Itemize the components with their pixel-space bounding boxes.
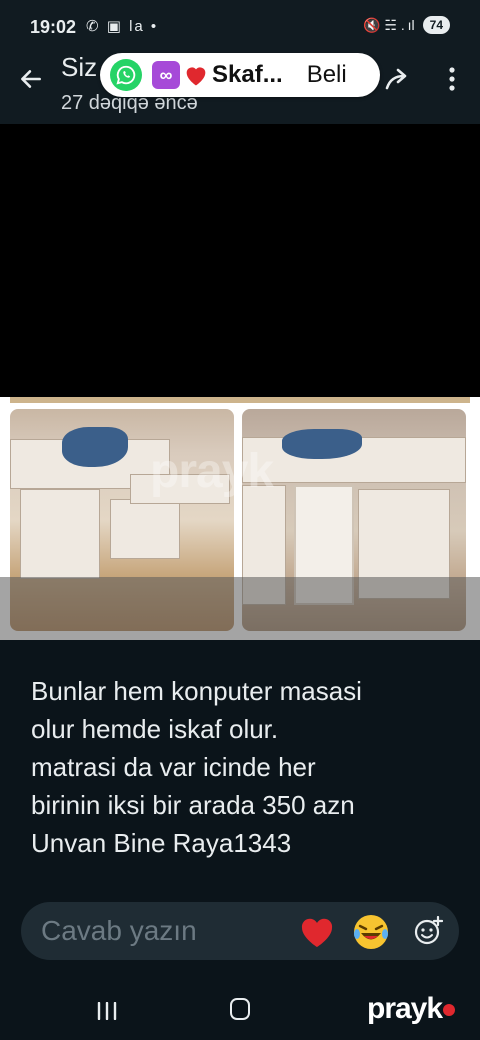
system-nav-bar: prayk bbox=[0, 980, 480, 1040]
watermark: prayk bbox=[150, 445, 274, 498]
status-caption: Bunlar hem konputer masasi olur hemde is… bbox=[31, 676, 362, 858]
status-time: 19:02 bbox=[30, 17, 77, 37]
notification-icons: ✆ ▣ la • bbox=[86, 18, 159, 35]
brand-name: prayk bbox=[367, 992, 443, 1025]
status-bar: 19:02 ✆ ▣ la • 🔇 ☵ . ıl 74 bbox=[0, 0, 480, 56]
more-options-icon[interactable] bbox=[446, 66, 458, 92]
brand-dot-icon bbox=[443, 1004, 456, 1017]
brand-logo: prayk bbox=[367, 992, 456, 1026]
sender-name: Siz bbox=[61, 52, 98, 82]
whatsapp-icon bbox=[110, 59, 142, 91]
drawer-unit bbox=[110, 499, 180, 559]
heart-reaction-icon[interactable] bbox=[297, 912, 337, 952]
back-arrow-icon[interactable] bbox=[18, 66, 44, 92]
chat-bubble-chip[interactable]: ∞ Skaf... Beli bbox=[100, 53, 380, 97]
reply-input[interactable] bbox=[41, 915, 281, 947]
chip-action-label[interactable]: Beli bbox=[307, 61, 347, 89]
status-media-top bbox=[0, 124, 480, 397]
add-reaction-icon[interactable] bbox=[413, 916, 443, 946]
photo-shadow-overlay bbox=[0, 577, 480, 640]
heart-icon bbox=[186, 67, 206, 86]
chat-title: Skaf... bbox=[212, 61, 283, 88]
photo-top-edge bbox=[10, 397, 470, 403]
recent-apps-icon[interactable] bbox=[96, 1002, 118, 1020]
infinity-icon: ∞ bbox=[152, 61, 180, 89]
battery-icon: 74 bbox=[422, 16, 450, 34]
status-photo: prayk bbox=[0, 397, 480, 640]
signal-icons: 🔇 ☵ . ıl bbox=[363, 16, 415, 33]
blanket bbox=[282, 429, 362, 459]
reply-bar bbox=[21, 902, 459, 960]
home-button[interactable] bbox=[230, 998, 250, 1020]
blanket bbox=[62, 427, 128, 467]
laughing-emoji-icon[interactable] bbox=[351, 912, 391, 952]
system-icons: 🔇 ☵ . ıl 74 bbox=[363, 16, 450, 34]
forward-icon[interactable] bbox=[384, 66, 414, 92]
cabinet-door bbox=[20, 489, 100, 579]
